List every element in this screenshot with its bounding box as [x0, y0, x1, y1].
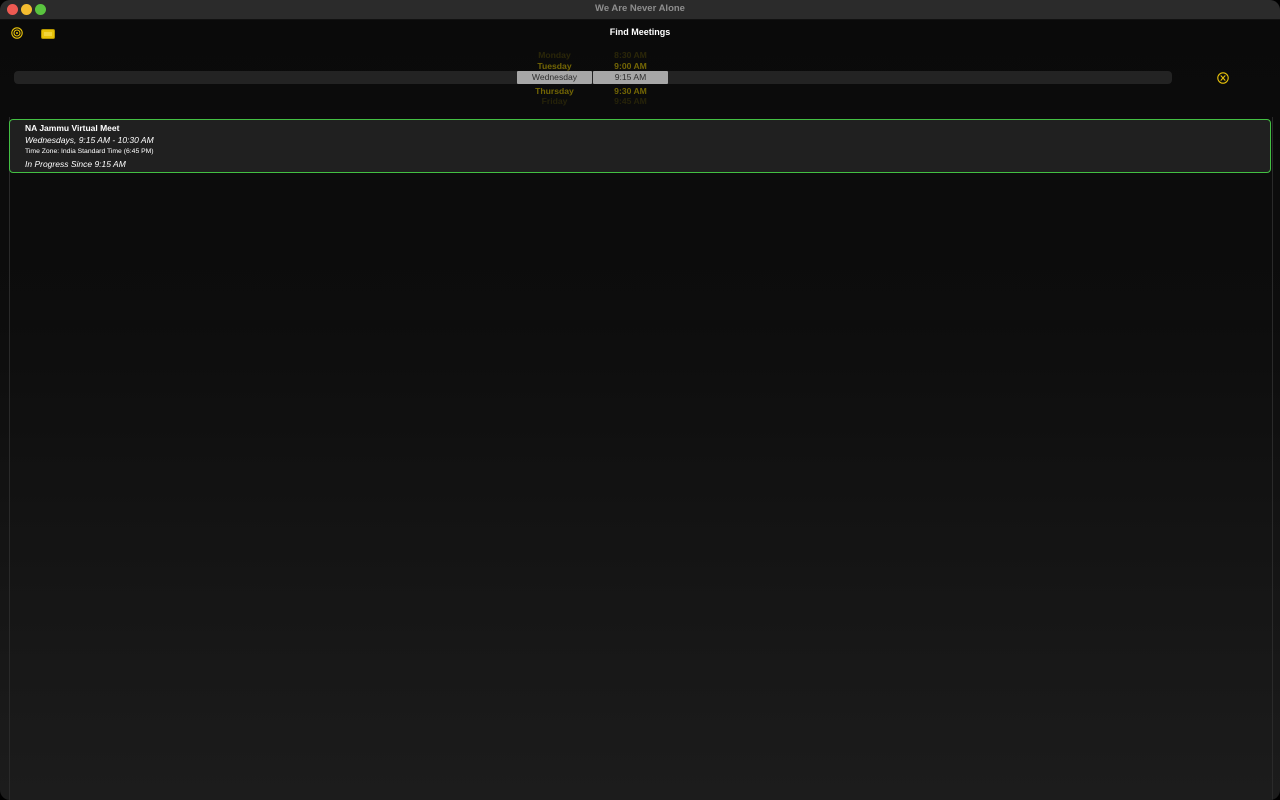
- day-option[interactable]: Monday: [517, 50, 592, 60]
- selected-time[interactable]: 9:15 AM: [593, 71, 668, 84]
- day-option[interactable]: Friday: [517, 96, 592, 106]
- meeting-list[interactable]: [9, 117, 1273, 800]
- selected-day[interactable]: Wednesday: [517, 71, 592, 84]
- day-option[interactable]: Tuesday: [517, 61, 592, 71]
- time-option[interactable]: 8:30 AM: [593, 50, 668, 60]
- app-window: We Are Never Alone Find Meetings Monday …: [0, 0, 1280, 800]
- meeting-timezone: Time Zone: India Standard Time (6:45 PM): [25, 148, 154, 155]
- meeting-name: NA Jammu Virtual Meet: [25, 123, 120, 133]
- title-bar: We Are Never Alone: [0, 0, 1280, 20]
- day-option[interactable]: Thursday: [517, 86, 592, 96]
- meeting-schedule: Wednesdays, 9:15 AM - 10:30 AM: [25, 135, 154, 145]
- meeting-status: In Progress Since 9:15 AM: [25, 159, 126, 169]
- time-option[interactable]: 9:45 AM: [593, 96, 668, 106]
- time-option[interactable]: 9:00 AM: [593, 61, 668, 71]
- time-option[interactable]: 9:30 AM: [593, 86, 668, 96]
- meeting-list-item[interactable]: NA Jammu Virtual Meet Wednesdays, 9:15 A…: [9, 119, 1271, 173]
- close-circle-icon[interactable]: [1217, 71, 1229, 84]
- page-title: Find Meetings: [609, 27, 671, 37]
- window-title: We Are Never Alone: [595, 3, 685, 14]
